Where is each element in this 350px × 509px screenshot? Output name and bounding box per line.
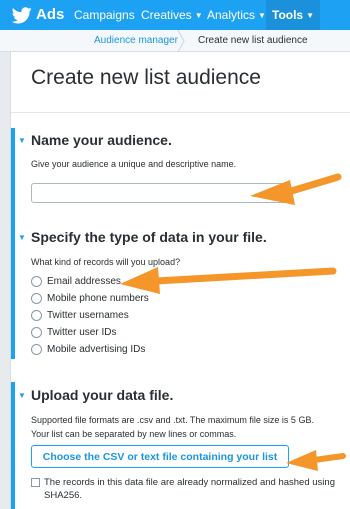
upload-section-heading: Upload your data file. <box>31 387 174 403</box>
radio-label: Mobile phone numbers <box>47 292 149 304</box>
radio-button[interactable] <box>31 292 42 304</box>
section-caret-icon[interactable]: ▼ <box>18 233 26 242</box>
nav-campaigns[interactable]: Campaigns <box>74 0 135 30</box>
nav-tools-label: Tools <box>272 8 304 22</box>
radio-twitter-user-ids[interactable]: Twitter user IDs <box>31 325 116 339</box>
checkbox[interactable] <box>31 478 40 487</box>
nav-analytics[interactable]: Analytics ▼ <box>207 0 266 30</box>
chevron-down-icon: ▼ <box>258 11 266 20</box>
nav-creatives[interactable]: Creatives ▼ <box>141 0 203 30</box>
upload-description-line-1: Supported file formats are .csv and .txt… <box>31 415 314 425</box>
breadcrumb-separator-icon <box>177 30 185 52</box>
nav-campaigns-label: Campaigns <box>74 8 135 22</box>
main-panel: Create new list audience ▼ Name your aud… <box>10 52 350 509</box>
section-marker <box>11 224 15 359</box>
choose-file-button[interactable]: Choose the CSV or text file containing y… <box>31 445 289 468</box>
radio-mobile-phone-numbers[interactable]: Mobile phone numbers <box>31 291 149 305</box>
radio-email-addresses[interactable]: Email addresses <box>31 274 121 288</box>
radio-mobile-advertising-ids[interactable]: Mobile advertising IDs <box>31 342 145 356</box>
section-marker <box>11 382 15 509</box>
type-section-question: What kind of records will you upload? <box>31 257 181 267</box>
section-marker <box>11 128 15 224</box>
chevron-down-icon: ▼ <box>194 11 203 20</box>
upload-description-line-2: Your list can be separated by new lines … <box>31 429 237 439</box>
twitter-bird-icon <box>12 6 32 23</box>
hashed-records-option[interactable]: The records in this data file are alread… <box>31 476 350 502</box>
top-navigation-bar: Ads Campaigns Creatives ▼ Analytics ▼ Tool… <box>0 0 350 30</box>
divider <box>11 112 350 113</box>
radio-label: Twitter usernames <box>47 309 129 321</box>
nav-analytics-label: Analytics <box>207 8 256 22</box>
type-section-heading: Specify the type of data in your file. <box>31 229 267 245</box>
section-caret-icon[interactable]: ▼ <box>18 136 26 145</box>
page-title: Create new list audience <box>31 66 261 89</box>
name-section-description: Give your audience a unique and descript… <box>31 159 237 169</box>
breadcrumb: Audience manager Create new list audienc… <box>0 30 350 52</box>
checkbox-label: The records in this data file are alread… <box>44 477 335 501</box>
radio-twitter-usernames[interactable]: Twitter usernames <box>31 308 129 322</box>
nav-creatives-label: Creatives <box>141 8 192 22</box>
chevron-down-icon: ▼ <box>306 11 315 20</box>
section-caret-icon[interactable]: ▼ <box>18 391 26 400</box>
radio-label: Email addresses <box>47 275 121 287</box>
audience-name-input[interactable] <box>31 183 287 203</box>
radio-button[interactable] <box>31 343 42 355</box>
radio-button[interactable] <box>31 309 42 321</box>
radio-label: Mobile advertising IDs <box>47 343 146 355</box>
radio-label: Twitter user IDs <box>47 326 117 338</box>
name-section-heading: Name your audience. <box>31 132 172 148</box>
breadcrumb-current: Create new list audience <box>198 35 308 46</box>
radio-button[interactable] <box>31 326 42 338</box>
nav-tools[interactable]: Tools ▼ <box>266 0 321 30</box>
ads-home-link[interactable]: Ads <box>12 5 64 25</box>
radio-button[interactable] <box>31 275 42 287</box>
breadcrumb-audience-manager[interactable]: Audience manager <box>94 35 178 46</box>
brand-label: Ads <box>36 6 65 23</box>
